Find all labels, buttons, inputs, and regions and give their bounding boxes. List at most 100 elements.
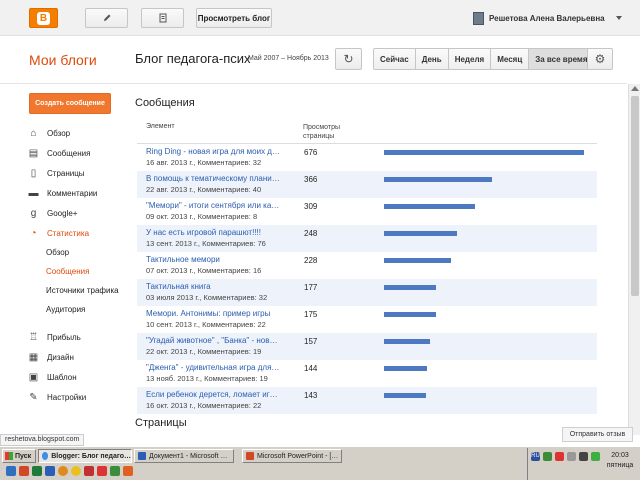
column-header-views-line1: Просмотры <box>303 124 340 131</box>
post-title-link[interactable]: Мемори. Антонимы: пример игры <box>146 309 281 318</box>
skype-icon[interactable] <box>110 466 120 476</box>
table-row: Ring Ding - новая игра для моих д… 16 авг… <box>137 144 597 171</box>
post-title-link[interactable]: Тактильная книга <box>146 282 281 291</box>
language-indicator[interactable]: RU <box>531 452 540 461</box>
clock-day: пятница <box>606 462 634 469</box>
task-word[interactable]: Документ1 - Microsoft … <box>134 449 234 463</box>
firefox-icon[interactable] <box>58 466 68 476</box>
posts-list-button[interactable] <box>141 8 184 28</box>
views-bar <box>384 366 427 371</box>
sidebar-item-stats[interactable]: ◔ Статистика <box>28 223 133 243</box>
update-icon[interactable] <box>579 452 588 461</box>
user-name: Решетова Алена Валерьевна <box>489 13 605 23</box>
post-title-link[interactable]: У нас есть игровой парашют!!!! <box>146 228 281 237</box>
my-blogs-link[interactable]: Мои блоги <box>29 52 97 68</box>
opera-icon[interactable] <box>84 466 94 476</box>
sidebar-item-label: Страницы <box>47 168 85 178</box>
sidebar-sub-audience[interactable]: Аудитория <box>28 300 133 319</box>
range-week[interactable]: Неделя <box>448 49 492 69</box>
task-label: Microsoft PowerPoint - [… <box>257 452 339 460</box>
views-bar <box>384 204 475 209</box>
screen: B Просмотреть блог Решетова Алена Валерь… <box>0 0 640 480</box>
post-title-link[interactable]: "Дженга" - удивительная игра для… <box>146 363 281 372</box>
header-divider <box>0 83 627 84</box>
refresh-button[interactable]: ↻ <box>335 48 362 70</box>
page-views: 228 <box>304 256 318 265</box>
table-row: Тактильная книга 03 июля 2013 г., Коммент… <box>137 279 597 306</box>
table-row: У нас есть игровой парашют!!!! 13 сент. 2… <box>137 225 597 252</box>
sidebar-item-comments[interactable]: ▬ Комментарии <box>28 183 133 203</box>
page-views: 309 <box>304 202 318 211</box>
table-row: "Дженга" - удивительная игра для… 13 нояб… <box>137 360 597 387</box>
volume-icon[interactable] <box>567 452 576 461</box>
range-day[interactable]: День <box>415 49 449 69</box>
create-post-button[interactable]: Создать сообщение <box>29 93 111 114</box>
chevron-down-icon <box>615 16 622 20</box>
sidebar-item-label: Дизайн <box>47 352 74 362</box>
media-icon[interactable] <box>123 466 133 476</box>
scroll-up-icon[interactable] <box>631 86 639 91</box>
send-feedback-button[interactable]: Отправить отзыв <box>562 427 633 442</box>
sidebar-item-layout[interactable]: ▦ Дизайн <box>28 347 133 367</box>
blogger-logo-button[interactable]: B <box>29 8 58 28</box>
blogger-icon: B <box>37 11 50 25</box>
view-blog-button[interactable]: Просмотреть блог <box>196 8 272 28</box>
sidebar-item-template[interactable]: ▣ Шаблон <box>28 367 133 387</box>
sidebar-item-pages[interactable]: ▯ Страницы <box>28 163 133 183</box>
sidebar-item-earnings[interactable]: ♖ Прибыль <box>28 327 133 347</box>
word-icon[interactable] <box>45 466 55 476</box>
settings-button[interactable]: ⚙ <box>587 48 613 70</box>
posts-icon: ▤ <box>28 147 39 159</box>
quick-launch <box>6 466 133 478</box>
clock-time: 20:03 <box>611 452 629 459</box>
sidebar-sub-posts[interactable]: Сообщения <box>28 262 133 281</box>
sidebar-sub-traffic-sources[interactable]: Источники трафика <box>28 281 133 300</box>
sidebar-item-settings[interactable]: ✎ Настройки <box>28 387 133 407</box>
antivirus-icon[interactable] <box>555 452 564 461</box>
date-range: Май 2007 – Ноябрь 2013 <box>248 55 329 62</box>
user-menu[interactable]: Решетова Алена Валерьевна <box>473 11 622 25</box>
post-title-link[interactable]: "Угадай животное" , "Банка" - нов… <box>146 336 281 345</box>
chrome-icon[interactable] <box>71 466 81 476</box>
sidebar-item-posts[interactable]: ▤ Сообщения <box>28 143 133 163</box>
trophy-icon: ♖ <box>29 331 38 343</box>
new-post-button[interactable] <box>85 8 128 28</box>
post-title-link[interactable]: "Мемори" - итоги сентября или ка… <box>146 201 281 210</box>
vertical-scrollbar[interactable] <box>628 84 640 435</box>
post-title-link[interactable]: Если ребенок дерется, ломает иг… <box>146 390 281 399</box>
post-title-link[interactable]: В помощь к тематическому плани… <box>146 174 281 183</box>
table-row: Если ребенок дерется, ломает иг… 16 окт. … <box>137 387 597 414</box>
task-browser[interactable]: Blogger: Блог педаго… <box>38 449 132 463</box>
comments-icon: ▬ <box>28 187 39 199</box>
status-icon[interactable] <box>591 452 600 461</box>
post-title-link[interactable]: Ring Ding - новая игра для моих д… <box>146 147 281 156</box>
powerpoint-icon[interactable] <box>19 466 29 476</box>
refresh-icon: ↻ <box>343 52 354 66</box>
network-icon[interactable] <box>543 452 552 461</box>
column-header-views: Просмотры страницы <box>303 123 340 141</box>
excel-icon[interactable] <box>32 466 42 476</box>
sidebar-item-label: Сообщения <box>47 148 91 158</box>
desktop-icon[interactable] <box>6 466 16 476</box>
views-bar <box>384 393 426 398</box>
views-bar <box>384 339 430 344</box>
section-title-pages: Страницы <box>135 417 187 429</box>
post-title-link[interactable]: Тактильное мемори <box>146 255 281 264</box>
top-bar: B Просмотреть блог Решетова Алена Валерь… <box>0 0 640 36</box>
section-title: Сообщения <box>135 97 195 109</box>
sidebar-sub-overview[interactable]: Обзор <box>28 243 133 262</box>
sidebar-item-google-plus[interactable]: g Google+ <box>28 203 133 223</box>
blog-name: Блог педагога-псих <box>135 51 251 66</box>
views-bar <box>384 231 457 236</box>
sidebar-item-overview[interactable]: ⌂ Обзор <box>28 123 133 143</box>
range-all-time[interactable]: За все время <box>529 49 594 69</box>
task-powerpoint[interactable]: Microsoft PowerPoint - [… <box>242 449 342 463</box>
range-now[interactable]: Сейчас <box>374 49 416 69</box>
template-icon: ▣ <box>28 371 39 383</box>
scrollbar-thumb[interactable] <box>631 96 639 296</box>
yandex-icon[interactable] <box>97 466 107 476</box>
start-button[interactable]: Пуск <box>2 449 36 463</box>
clock[interactable]: 20:03 пятница <box>602 451 638 471</box>
range-month[interactable]: Месяц <box>491 49 530 69</box>
